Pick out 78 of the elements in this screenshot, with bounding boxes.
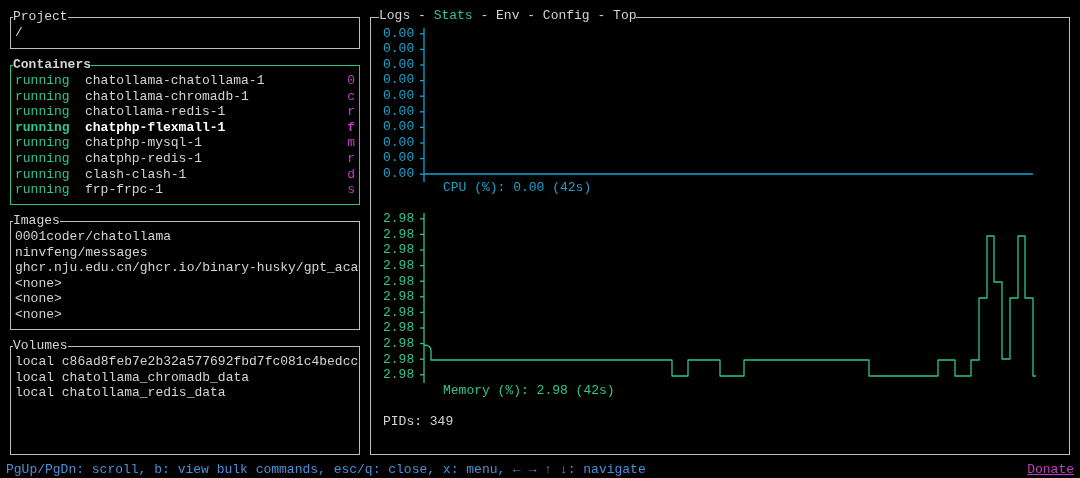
container-status: running (15, 104, 71, 120)
shortcut-key: r (347, 150, 355, 167)
container-row[interactable]: running chatphp-mysql-1 m (15, 135, 355, 151)
container-status: running (15, 88, 71, 105)
y-axis-label: 2.98 (383, 211, 414, 227)
y-axis-label: 0.00 (383, 41, 414, 57)
project-path: / (15, 25, 24, 41)
y-axis-label: 0.00 (383, 119, 414, 135)
y-axis-label: 2.98 (383, 257, 414, 274)
y-axis-label: 0.00 (383, 165, 414, 182)
container-name: chatollama-chromadb-1 (85, 88, 250, 105)
tab-separator: - (417, 8, 427, 24)
container-status: running (15, 182, 71, 198)
chart-caption: CPU (%): 0.00 (42s) (443, 179, 593, 196)
container-status: running (15, 135, 71, 151)
container-name: chatphp-mysql-1 (85, 135, 204, 151)
panel-title: Project (13, 9, 68, 25)
y-axis-label: 2.98 (383, 226, 414, 243)
tab-separator: - (479, 8, 490, 24)
container-status: running (15, 150, 71, 167)
container-status: running (15, 73, 71, 89)
image-row[interactable]: <none> (15, 291, 355, 307)
shortcut-key: s (347, 182, 355, 198)
tab[interactable]: Top (613, 8, 637, 24)
container-row[interactable]: running chatphp-flexmall-1 f (15, 119, 355, 136)
container-row[interactable]: running chatphp-redis-1 r (15, 150, 355, 167)
image-row[interactable]: 0001coder/chatollama (15, 229, 355, 245)
container-status: running (15, 166, 71, 183)
tab-separator: - (526, 8, 537, 24)
y-axis-label: 0.00 (383, 56, 414, 73)
container-row[interactable]: running clash-clash-1 d (15, 166, 355, 183)
container-row[interactable]: running chatollama-chromadb-1 c (15, 88, 355, 105)
volume-row[interactable]: local c86ad8feb7e2b32a577692fbd7fc081c4bedcc (15, 354, 355, 370)
image-row[interactable]: <none> (15, 306, 355, 323)
volume-row[interactable]: local chatollama_chromadb_data (15, 369, 355, 386)
image-row[interactable]: ninvfeng/messages (15, 244, 355, 261)
shortcut-key: m (347, 135, 355, 151)
y-axis-label: 2.98 (383, 335, 414, 352)
tab[interactable]: Logs (379, 8, 411, 24)
shortcut-key: c (347, 88, 355, 105)
keybinding-hint: PgUp/PgDn: scroll, b: view bulk commands, esc/q: close, x: menu, ← → ↑ ↓: navigate (6, 462, 646, 478)
shortcut-key: 0 (347, 73, 355, 89)
shortcut-key: r (347, 104, 355, 120)
container-name: chatollama-chatollama-1 (85, 73, 266, 89)
shortcut-key: f (347, 119, 355, 136)
image-row[interactable]: <none> (15, 275, 355, 292)
y-axis-label: 0.00 (383, 150, 414, 166)
donate-link[interactable]: Donate (1027, 462, 1074, 478)
tab[interactable]: Config (542, 8, 590, 24)
container-name: chatollama-redis-1 (85, 104, 227, 120)
container-name: chatphp-redis-1 (85, 150, 204, 167)
y-axis-label: 2.98 (383, 289, 414, 305)
y-axis-label: 2.98 (383, 304, 414, 321)
container-row[interactable]: running chatollama-chatollama-1 0 (15, 73, 355, 89)
y-axis-label: 0.00 (383, 87, 414, 104)
tab[interactable]: Env (496, 8, 520, 24)
volume-row[interactable]: local chatollama_redis_data (15, 385, 355, 401)
y-axis-label: 2.98 (383, 320, 414, 336)
y-axis-label: 2.98 (383, 351, 414, 368)
y-axis-label: 2.98 (383, 367, 414, 383)
container-name: frp-frpc-1 (85, 182, 164, 198)
y-axis-label: 0.00 (383, 25, 414, 42)
container-name: clash-clash-1 (85, 166, 188, 183)
y-axis-label: 0.00 (383, 103, 414, 120)
chart-caption: Memory (%): 2.98 (42s) (443, 383, 616, 399)
pids-count: PIDs: 349 (383, 413, 455, 430)
container-row[interactable]: running chatollama-redis-1 r (15, 104, 355, 120)
shortcut-key: d (347, 166, 355, 183)
y-axis-label: 2.98 (383, 273, 414, 290)
y-axis-label: 0.00 (383, 134, 414, 151)
container-status: running (15, 119, 71, 136)
tab-separator: - (596, 8, 607, 24)
container-name: chatphp-flexmall-1 (85, 119, 227, 136)
container-row[interactable]: running frp-frpc-1 s (15, 182, 355, 198)
y-axis-label: 2.98 (383, 242, 414, 258)
panel-title: Images (13, 213, 60, 229)
y-axis-label: 0.00 (383, 72, 414, 88)
tab[interactable]: Stats (433, 8, 473, 24)
